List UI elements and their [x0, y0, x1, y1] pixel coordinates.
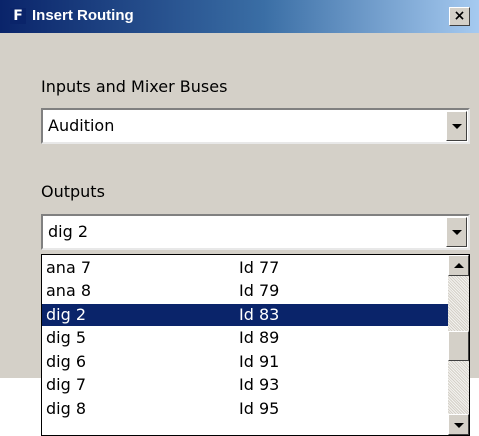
list-item[interactable]: ana 8 Id 79 — [42, 280, 449, 302]
list-item-id: Id 79 — [239, 281, 280, 300]
scroll-up-button[interactable] — [448, 255, 469, 276]
list-item-id: Id 93 — [239, 375, 280, 394]
title-bar[interactable]: F Insert Routing × — [0, 0, 479, 33]
close-button[interactable]: × — [449, 7, 470, 26]
list-item-selected[interactable]: dig 2 Id 83 — [42, 304, 449, 326]
list-item[interactable]: dig 8 Id 95 — [42, 398, 449, 420]
list-item-name: ana 7 — [46, 258, 92, 277]
chevron-down-icon — [454, 423, 464, 428]
list-item-name: dig 6 — [46, 352, 87, 371]
window-title: Insert Routing — [32, 7, 134, 24]
list-item-name: dig 7 — [46, 375, 87, 394]
inputs-dropdown-value: Audition — [48, 116, 115, 135]
list-item-id: Id 83 — [239, 305, 280, 324]
outputs-dropdown-list[interactable]: ana 7 Id 77 ana 8 Id 79 dig 2 Id 83 dig … — [41, 254, 470, 436]
inputs-dropdown[interactable]: Audition — [41, 108, 470, 144]
chevron-down-icon — [452, 124, 462, 129]
inputs-dropdown-button[interactable] — [446, 111, 467, 141]
list-item-name: dig 2 — [46, 305, 87, 324]
list-item[interactable]: dig 7 Id 93 — [42, 374, 449, 396]
list-item[interactable]: dig 5 Id 89 — [42, 327, 449, 349]
chevron-up-icon — [454, 263, 464, 268]
inputs-label: Inputs and Mixer Buses — [41, 77, 228, 96]
scrollbar-thumb[interactable] — [448, 331, 469, 361]
vertical-scrollbar[interactable] — [448, 255, 469, 435]
list-item-name: dig 5 — [46, 328, 87, 347]
list-item-id: Id 95 — [239, 399, 280, 418]
outputs-label: Outputs — [41, 182, 105, 201]
close-icon: × — [453, 8, 466, 24]
list-item[interactable]: ana 7 Id 77 — [42, 257, 449, 279]
list-item-id: Id 91 — [239, 352, 280, 371]
app-icon: F — [10, 8, 26, 24]
outputs-dropdown[interactable]: dig 2 — [41, 214, 470, 250]
outputs-dropdown-button[interactable] — [446, 217, 467, 247]
scroll-down-button[interactable] — [448, 414, 469, 435]
list-item[interactable]: dig 6 Id 91 — [42, 351, 449, 373]
list-item-id: Id 89 — [239, 328, 280, 347]
list-item-id: Id 77 — [239, 258, 280, 277]
chevron-down-icon — [452, 230, 462, 235]
outputs-dropdown-value: dig 2 — [48, 222, 89, 241]
list-item-name: dig 8 — [46, 399, 87, 418]
list-item-name: ana 8 — [46, 281, 92, 300]
